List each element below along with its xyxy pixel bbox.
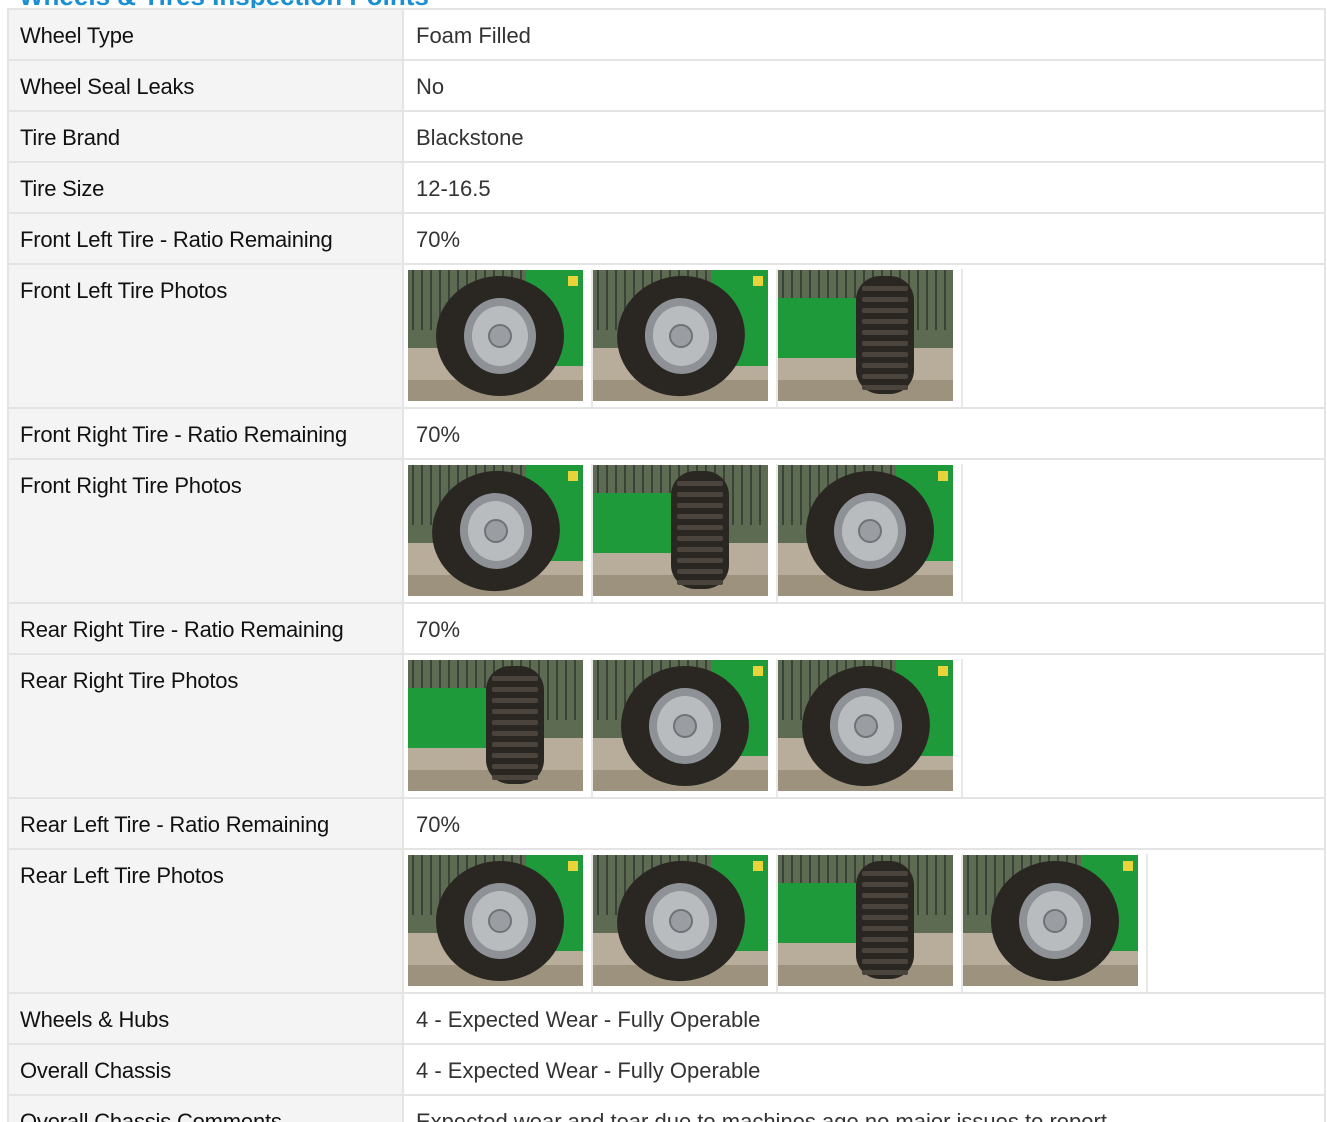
photo-gallery <box>408 464 1324 602</box>
tire-photo-image <box>778 855 953 986</box>
table-row: Front Right Tire - Ratio Remaining 70% <box>7 407 1326 460</box>
row-label: Rear Right Tire Photos <box>7 653 404 799</box>
inspection-page: Wheels & Tires Inspection Points Wheel T… <box>0 0 1327 1122</box>
row-label: Tire Size <box>7 161 404 214</box>
tire-photo-image <box>593 465 768 596</box>
row-value: 70% <box>402 407 1326 460</box>
tire-photo[interactable] <box>778 269 963 407</box>
row-label: Overall Chassis <box>7 1043 404 1096</box>
row-label: Front Right Tire Photos <box>7 458 404 604</box>
table-row: Overall Chassis 4 - Expected Wear - Full… <box>7 1043 1326 1096</box>
table-row: Wheel Type Foam Filled <box>7 8 1326 61</box>
tire-photo[interactable] <box>778 854 963 992</box>
row-value: 70% <box>402 602 1326 655</box>
tire-photo[interactable] <box>593 464 778 602</box>
section-title: Wheels & Tires Inspection Points <box>19 0 429 9</box>
row-label: Front Left Tire Photos <box>7 263 404 409</box>
row-label: Rear Left Tire - Ratio Remaining <box>7 797 404 850</box>
row-label: Rear Left Tire Photos <box>7 848 404 994</box>
tire-photo-image <box>593 855 768 986</box>
table-row: Wheels & Hubs 4 - Expected Wear - Fully … <box>7 992 1326 1045</box>
row-value: No <box>402 59 1326 112</box>
table-row: Front Left Tire Photos <box>7 263 1326 409</box>
row-value: Foam Filled <box>402 8 1326 61</box>
tire-photo[interactable] <box>593 659 778 797</box>
tire-photo-image <box>408 270 583 401</box>
tire-photo[interactable] <box>963 854 1148 992</box>
row-label: Front Right Tire - Ratio Remaining <box>7 407 404 460</box>
table-row: Rear Right Tire - Ratio Remaining 70% <box>7 602 1326 655</box>
row-value: 4 - Expected Wear - Fully Operable <box>402 992 1326 1045</box>
photo-cell <box>402 458 1326 604</box>
photo-gallery <box>408 659 1324 797</box>
row-label: Overall Chassis Comments <box>7 1094 404 1122</box>
row-value: 70% <box>402 797 1326 850</box>
row-label: Tire Brand <box>7 110 404 163</box>
table-row: Front Right Tire Photos <box>7 458 1326 604</box>
row-value: 12-16.5 <box>402 161 1326 214</box>
tire-photo-image <box>778 660 953 791</box>
photo-cell <box>402 263 1326 409</box>
row-label: Wheels & Hubs <box>7 992 404 1045</box>
table-row: Wheel Seal Leaks No <box>7 59 1326 112</box>
table-row: Rear Left Tire Photos <box>7 848 1326 994</box>
table-row: Front Left Tire - Ratio Remaining 70% <box>7 212 1326 265</box>
tire-photo[interactable] <box>408 269 593 407</box>
table-row: Overall Chassis Comments Expected wear a… <box>7 1094 1326 1122</box>
table-row: Tire Size 12-16.5 <box>7 161 1326 214</box>
tire-photo-image <box>408 465 583 596</box>
photo-gallery <box>408 269 1324 407</box>
tire-photo-image <box>963 855 1138 986</box>
row-label: Wheel Type <box>7 8 404 61</box>
tire-photo-image <box>408 660 583 791</box>
tire-photo-image <box>593 270 768 401</box>
tire-photo-image <box>778 465 953 596</box>
row-label: Front Left Tire - Ratio Remaining <box>7 212 404 265</box>
tire-photo[interactable] <box>778 659 963 797</box>
row-value: 70% <box>402 212 1326 265</box>
photo-cell <box>402 653 1326 799</box>
row-value: 4 - Expected Wear - Fully Operable <box>402 1043 1326 1096</box>
tire-photo-image <box>778 270 953 401</box>
tire-photo[interactable] <box>593 269 778 407</box>
table-row: Rear Right Tire Photos <box>7 653 1326 799</box>
table-row: Rear Left Tire - Ratio Remaining 70% <box>7 797 1326 850</box>
tire-photo[interactable] <box>408 854 593 992</box>
row-label: Wheel Seal Leaks <box>7 59 404 112</box>
row-label: Rear Right Tire - Ratio Remaining <box>7 602 404 655</box>
inspection-table: Wheel Type Foam Filled Wheel Seal Leaks … <box>7 8 1326 1122</box>
row-value: Expected wear and tear due to machines a… <box>402 1094 1326 1122</box>
row-value: Blackstone <box>402 110 1326 163</box>
table-row: Tire Brand Blackstone <box>7 110 1326 163</box>
photo-cell <box>402 848 1326 994</box>
photo-gallery <box>408 854 1324 992</box>
tire-photo-image <box>593 660 768 791</box>
tire-photo[interactable] <box>408 659 593 797</box>
tire-photo[interactable] <box>778 464 963 602</box>
tire-photo-image <box>408 855 583 986</box>
tire-photo[interactable] <box>408 464 593 602</box>
tire-photo[interactable] <box>593 854 778 992</box>
